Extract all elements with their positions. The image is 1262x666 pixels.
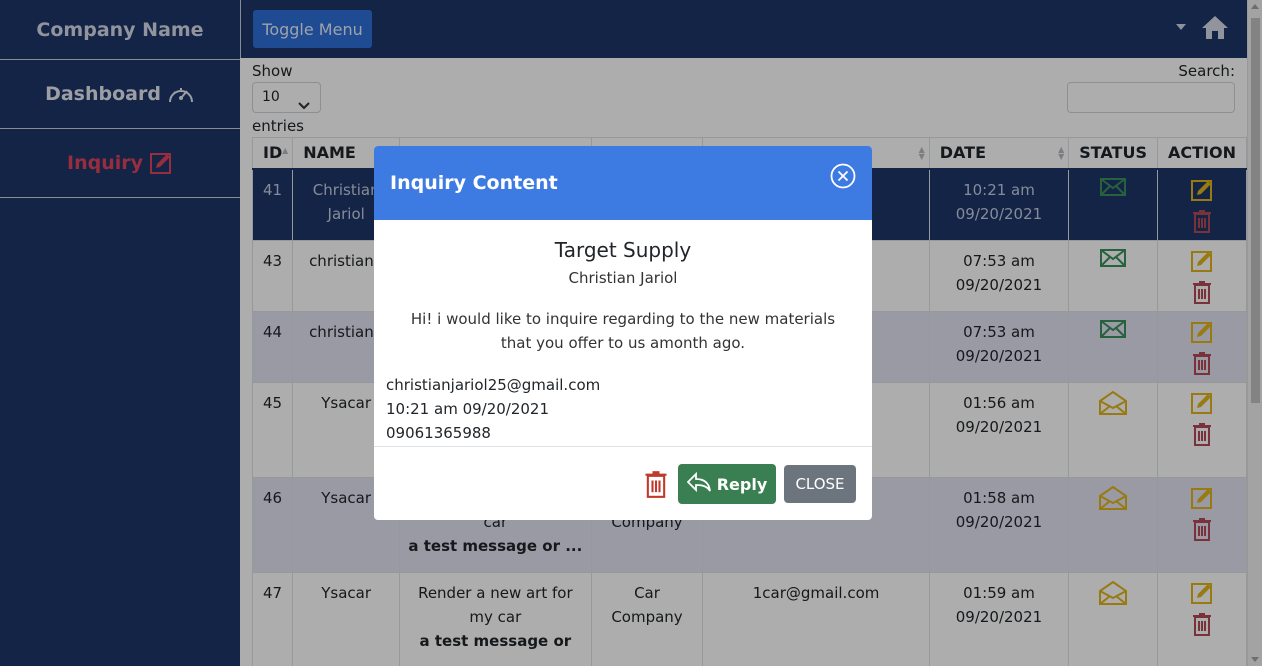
close-circle-icon[interactable] bbox=[830, 163, 856, 189]
inquiry-datetime: 10:21 am 09/20/2021 bbox=[386, 400, 550, 418]
inquiry-message: Hi! i would like to inquire regarding to… bbox=[410, 310, 836, 352]
inquiry-phone: 09061365988 bbox=[386, 424, 491, 442]
modal-header: Inquiry Content bbox=[374, 146, 872, 220]
inquiry-email: christianjariol25@gmail.com bbox=[386, 376, 601, 394]
inquiry-modal: Inquiry Content Target Supply Christian … bbox=[374, 146, 872, 520]
close-button[interactable]: CLOSE bbox=[784, 465, 856, 503]
modal-footer: Reply CLOSE bbox=[374, 446, 872, 520]
inquiry-title: Target Supply bbox=[554, 238, 692, 262]
trash-icon[interactable] bbox=[644, 470, 668, 502]
reply-icon bbox=[686, 471, 711, 496]
reply-label: Reply bbox=[716, 474, 768, 494]
modal-header-title: Inquiry Content bbox=[390, 172, 558, 194]
inquiry-details: christianjariol25@gmail.com 10:21 am 09/… bbox=[374, 373, 872, 445]
reply-button[interactable]: Reply bbox=[678, 464, 776, 504]
inquiry-sender: Christian Jariol bbox=[568, 269, 678, 287]
